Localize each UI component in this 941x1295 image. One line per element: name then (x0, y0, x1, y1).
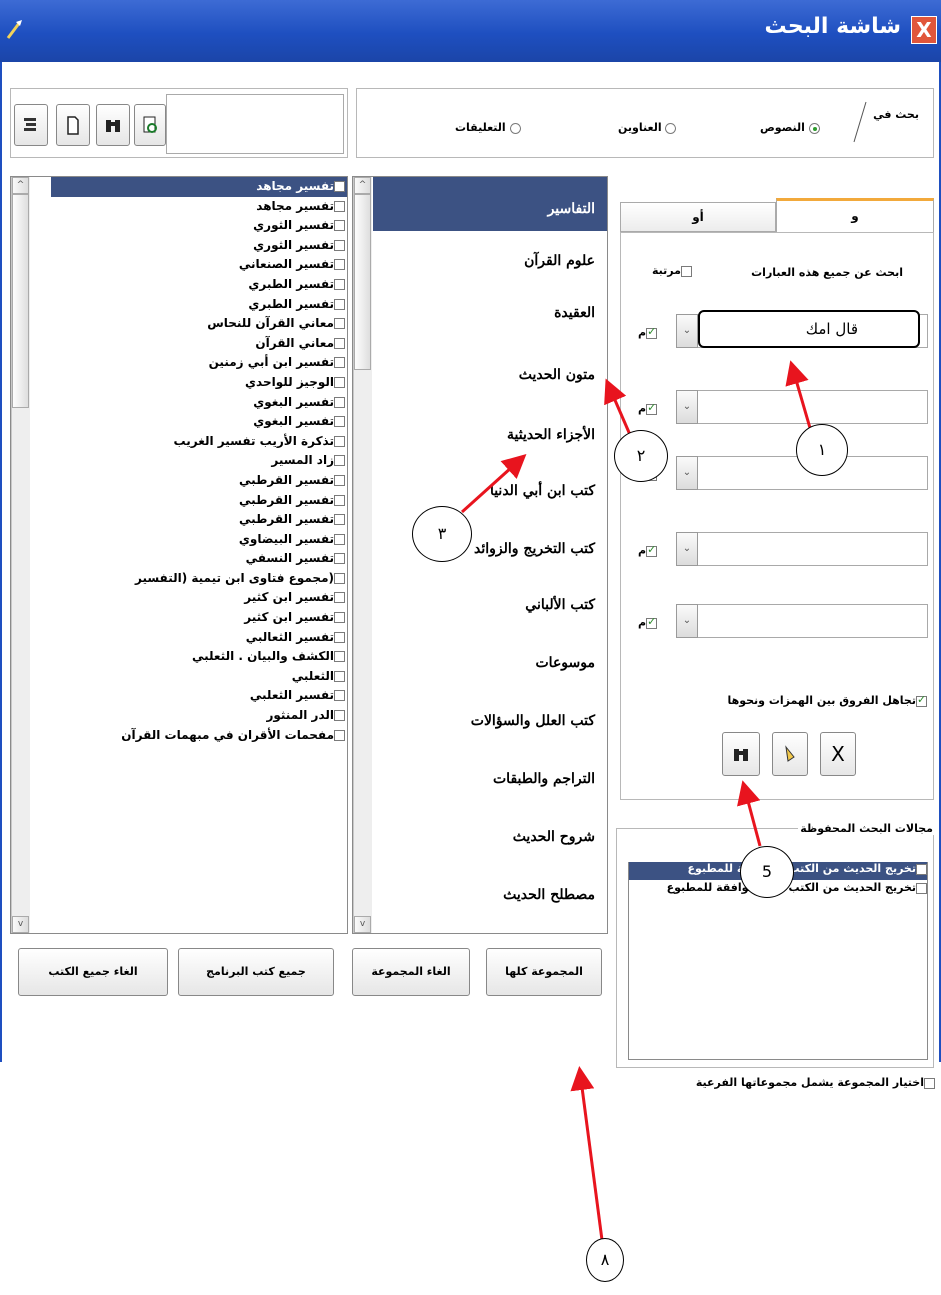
annotation-callout: ٢ (614, 430, 668, 482)
annotation-arrow (785, 360, 812, 429)
annotation-callout: ١ (796, 424, 848, 476)
annotation-callout: ٣ (412, 506, 472, 562)
annotation-arrow (737, 780, 762, 847)
annotation-callout: 5 (740, 846, 794, 898)
annotation-arrow (460, 453, 527, 514)
annotation-arrows (460, 360, 812, 1241)
annotation-callout: ٨ (586, 1238, 624, 1282)
annotation-arrow (570, 1066, 604, 1241)
